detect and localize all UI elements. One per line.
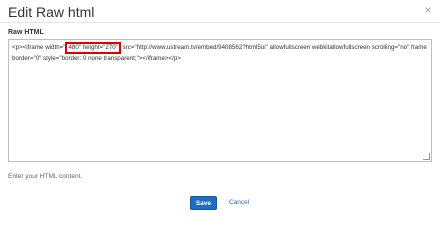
code-prefix: <p><iframe width=" [12,44,66,51]
resize-handle[interactable] [423,153,430,160]
dialog-title: Edit Raw html [8,4,95,20]
help-text: Enter your HTML content. [8,173,83,180]
close-icon[interactable]: × [423,4,433,16]
save-button[interactable]: Save [190,196,217,210]
edit-raw-html-dialog: Edit Raw html × Raw HTML <p><iframe widt… [0,0,440,250]
highlighted-dimensions: 480" height="270" [65,42,121,54]
raw-html-content: <p><iframe width=" 480" height="270" src=… [12,42,428,63]
raw-html-label: Raw HTML [8,29,44,36]
cancel-link[interactable]: Cancel [229,199,249,207]
header-divider [0,22,440,23]
raw-html-textarea[interactable]: <p><iframe width=" 480" height="270" src=… [8,39,432,162]
